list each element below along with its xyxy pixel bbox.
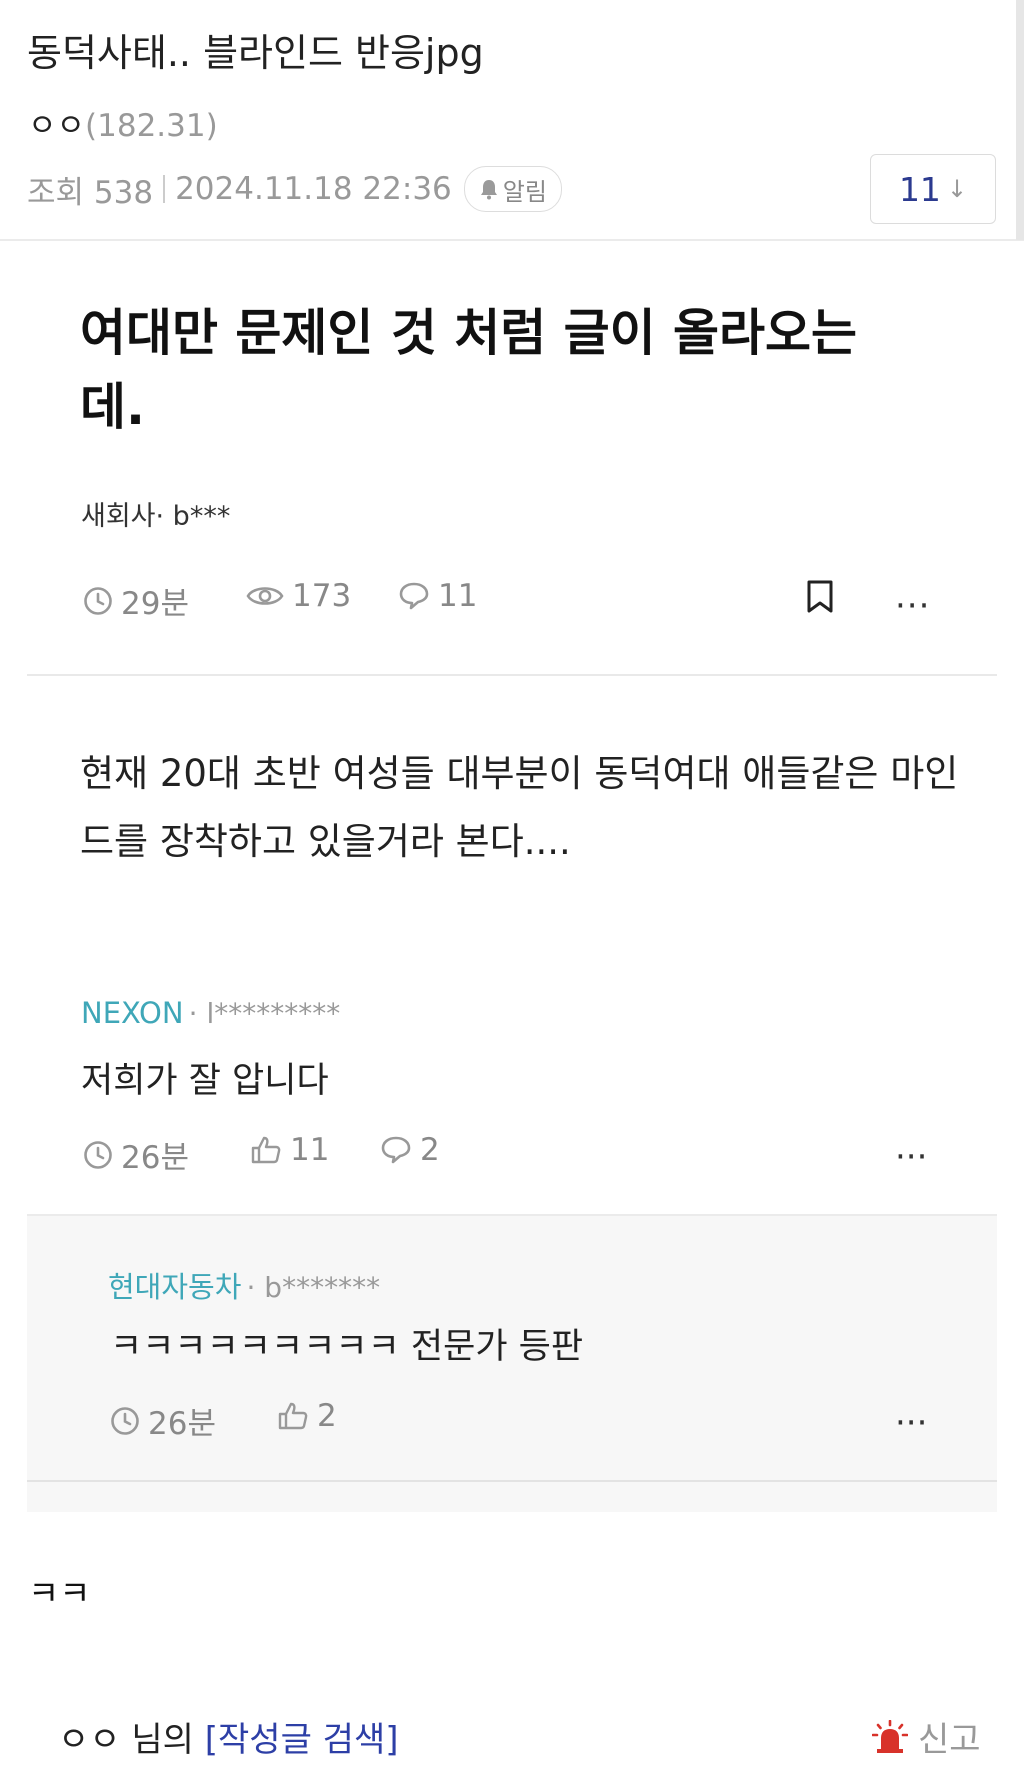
blind-post-views: 173 bbox=[246, 578, 351, 614]
author-search-owner: ㅇㅇ 님의 bbox=[58, 1720, 194, 1760]
reply-text: ㅋㅋㅋㅋㅋㅋㅋㅋㅋ 전문가 등판 bbox=[110, 1327, 584, 1367]
comment-count-button[interactable]: 11 ↓ bbox=[870, 154, 996, 224]
report-label: 신고 bbox=[918, 1720, 981, 1760]
bookmark-button[interactable] bbox=[806, 580, 834, 614]
thumbs-up-icon bbox=[278, 1402, 308, 1430]
report-button[interactable]: 신고 bbox=[872, 1712, 981, 1761]
comment-text: 저희가 잘 압니다 bbox=[81, 1061, 329, 1101]
blind-post-comments: 11 bbox=[398, 578, 477, 614]
alarm-label: 알림 bbox=[502, 177, 547, 206]
clock-icon bbox=[111, 1406, 139, 1435]
siren-icon bbox=[872, 1719, 908, 1753]
reply-time-value: 26분 bbox=[148, 1406, 216, 1442]
view-count: 조회 538 bbox=[27, 174, 154, 211]
scrollbar[interactable] bbox=[1016, 0, 1024, 240]
eye-icon bbox=[246, 587, 284, 605]
comment-time-value: 26분 bbox=[121, 1140, 189, 1176]
more-options-icon[interactable]: ··· bbox=[895, 1403, 927, 1443]
meta-separator bbox=[163, 175, 166, 203]
thumbs-up-icon bbox=[251, 1136, 281, 1164]
post-meta: 조회 538 2024.11.18 22:36 알림 bbox=[27, 166, 562, 212]
blind-post-views-value: 173 bbox=[292, 578, 352, 614]
arrow-down-icon: ↓ bbox=[946, 175, 968, 203]
reply-divider bbox=[27, 1480, 997, 1482]
author-row: ㅇㅇ(182.31) bbox=[28, 100, 218, 145]
post-datetime: 2024.11.18 22:36 bbox=[175, 171, 452, 207]
reply-header: 현대자동차 · b******* bbox=[108, 1264, 380, 1306]
blind-post-time: 29분 bbox=[83, 578, 189, 623]
author-name[interactable]: ㅇㅇ bbox=[28, 108, 85, 144]
post-title: 동덕사태.. 블라인드 반응jpg bbox=[27, 31, 484, 75]
comment-company: NEXON bbox=[81, 996, 184, 1030]
reply-like-count: 2 bbox=[317, 1398, 337, 1434]
comment-user: · l********* bbox=[188, 997, 341, 1030]
blind-post-comments-value: 11 bbox=[438, 578, 478, 614]
comment-reply-count: 2 bbox=[420, 1132, 440, 1168]
blind-post-writer: 새회사· b*** bbox=[81, 501, 231, 532]
speech-bubble-icon bbox=[381, 1136, 411, 1164]
header-divider bbox=[0, 239, 1024, 241]
bookmark-icon bbox=[807, 580, 833, 613]
author-ip: (182.31) bbox=[85, 108, 218, 144]
comment-count: 11 bbox=[898, 169, 941, 209]
comment-header: NEXON · l********* bbox=[81, 996, 340, 1030]
reply-user: · b******* bbox=[246, 1271, 381, 1304]
speech-bubble-icon bbox=[399, 582, 429, 610]
reply-company: 현대자동차 bbox=[108, 1270, 242, 1304]
blind-divider bbox=[27, 674, 997, 676]
comment-time: 26분 bbox=[83, 1132, 189, 1177]
clock-icon bbox=[84, 586, 112, 615]
reply-like-button[interactable]: 2 bbox=[277, 1398, 337, 1434]
more-options-icon[interactable]: ··· bbox=[895, 1137, 927, 1177]
post-caption: ㅋㅋ bbox=[28, 1574, 91, 1614]
blind-post-body: 현재 20대 초반 여성들 대부분이 동덕여대 애들같은 마인드를 장착하고 있… bbox=[80, 752, 959, 863]
blind-post-title: 여대만 문제인 것 처럼 글이 올라오는데. bbox=[80, 304, 858, 436]
bell-icon bbox=[480, 180, 497, 200]
reply-time: 26분 bbox=[110, 1398, 216, 1443]
clock-icon bbox=[84, 1140, 112, 1169]
blind-post-time-value: 29분 bbox=[121, 586, 189, 622]
more-options-icon[interactable]: ··· bbox=[895, 586, 930, 626]
comment-like-button[interactable]: 11 bbox=[250, 1132, 329, 1168]
alarm-button[interactable]: 알림 bbox=[463, 166, 562, 212]
author-search: ㅇㅇ 님의 [작성글 검색] bbox=[58, 1712, 399, 1761]
comment-like-count: 11 bbox=[290, 1132, 330, 1168]
comment-reply-button[interactable]: 2 bbox=[380, 1132, 440, 1168]
search-posts-link[interactable]: [작성글 검색] bbox=[205, 1720, 399, 1760]
